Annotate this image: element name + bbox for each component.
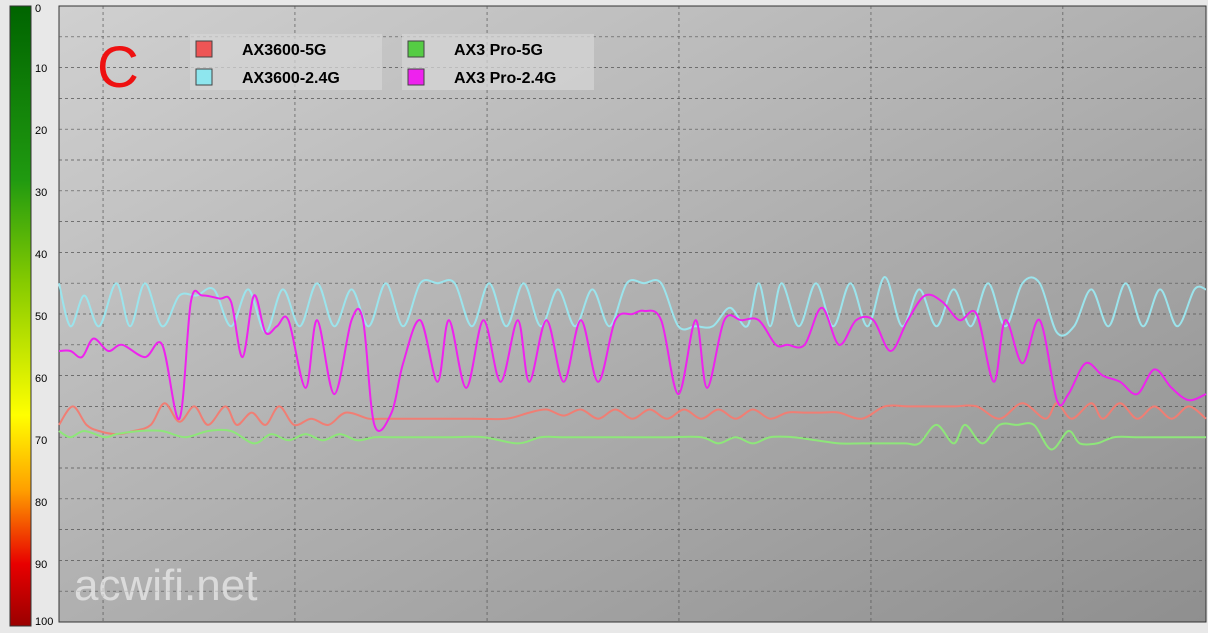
legend-label-ax3-pro-5g: AX3 Pro-5G — [454, 42, 543, 59]
legend-swatch-ax3-pro-5g — [407, 40, 425, 58]
y-tick-label: 100 — [35, 616, 53, 628]
legend-label-ax3600-2-4g: AX3600-2.4G — [242, 70, 340, 87]
y-tick-label: 20 — [35, 125, 47, 137]
y-tick-label: 40 — [35, 249, 47, 261]
legend-label-ax3-pro-2-4g: AX3 Pro-2.4G — [454, 70, 556, 87]
signal-color-scale — [9, 5, 32, 627]
legend-swatch-ax3600-5g — [195, 40, 213, 58]
signal-chart: 0 10 20 30 40 50 60 70 80 90 100 C AX3600-5G AX360… — [0, 0, 1208, 628]
panel-label: C — [97, 35, 139, 100]
y-tick-label: 0 — [35, 3, 41, 15]
chart-svg: 0 10 20 30 40 50 60 70 80 90 100 C AX3600-5G AX360… — [9, 3, 1207, 628]
y-tick-label: 50 — [35, 311, 47, 323]
y-tick-label: 90 — [35, 559, 47, 571]
y-tick-label: 70 — [35, 435, 47, 447]
y-tick-label: 30 — [35, 187, 47, 199]
y-tick-labels: 0 10 20 30 40 50 60 70 80 90 100 — [35, 3, 53, 628]
y-tick-label: 60 — [35, 373, 47, 385]
y-tick-label: 10 — [35, 63, 47, 75]
legend-swatch-ax3600-2-4g — [195, 68, 213, 86]
legend-swatch-ax3-pro-2-4g — [407, 68, 425, 86]
legend-label-ax3600-5g: AX3600-5G — [242, 42, 327, 59]
y-tick-label: 80 — [35, 497, 47, 509]
watermark: acwifi.net — [74, 561, 257, 610]
